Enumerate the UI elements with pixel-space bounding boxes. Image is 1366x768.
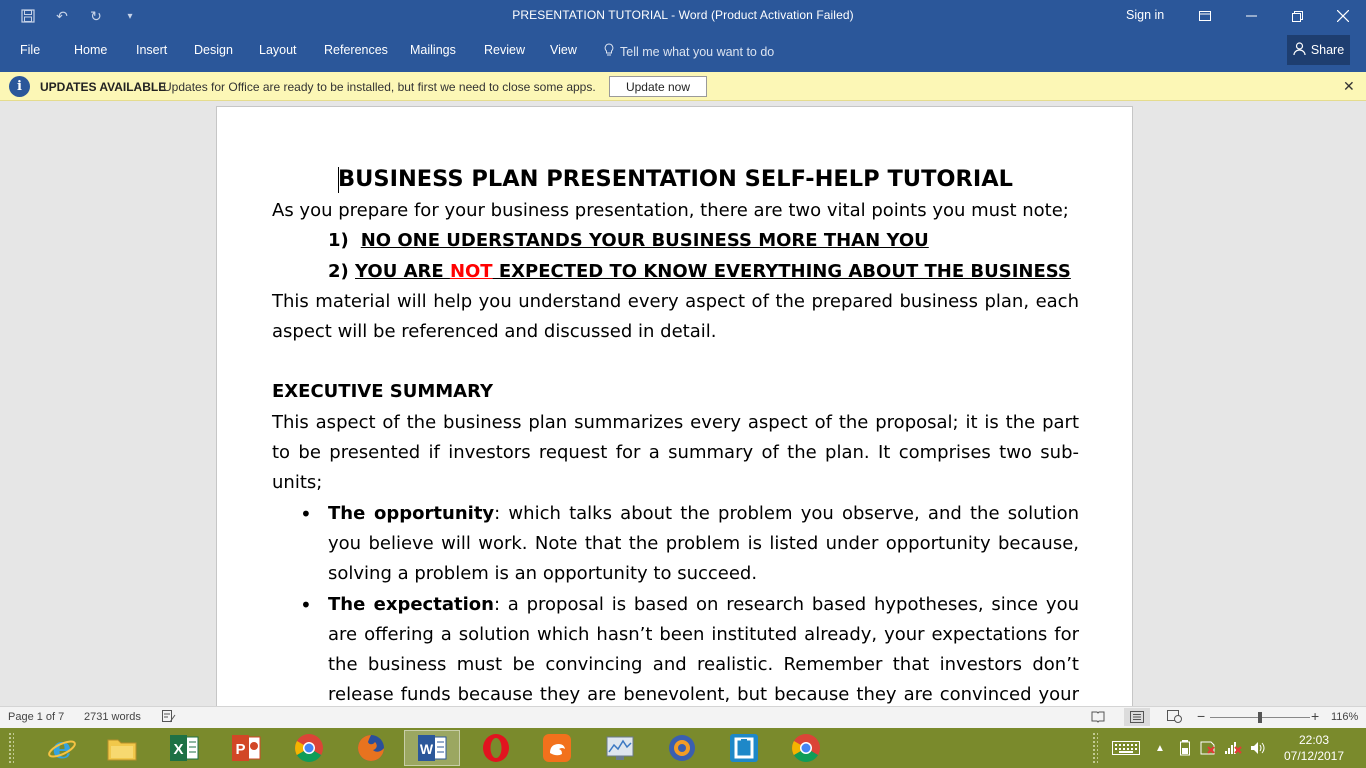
tab-insert[interactable]: Insert: [136, 43, 167, 57]
title-bar: ↶ ↻ ▾ PRESENTATION TUTORIAL - Word (Prod…: [0, 0, 1366, 32]
share-button[interactable]: Share: [1287, 35, 1350, 65]
uc-browser-icon[interactable]: [529, 730, 585, 766]
point-text-highlight: NOT: [449, 260, 493, 282]
tray-grip: [1092, 728, 1098, 768]
zoom-in-button[interactable]: +: [1311, 708, 1319, 724]
ribbon-display-options-icon[interactable]: [1182, 0, 1228, 32]
keyboard-icon[interactable]: [1112, 728, 1140, 768]
tab-mailings[interactable]: Mailings: [410, 43, 456, 57]
system-monitor-icon[interactable]: [592, 730, 648, 766]
tab-layout[interactable]: Layout: [259, 43, 297, 57]
lightbulb-icon: [604, 43, 614, 60]
updates-message-bar: i UPDATES AVAILABLE Updates for Office a…: [0, 72, 1366, 101]
sign-in-link[interactable]: Sign in: [1126, 8, 1164, 22]
point-number: 2): [328, 260, 349, 282]
svg-text:W: W: [420, 741, 434, 757]
summary-paragraph: This aspect of the business plan summari…: [272, 411, 1079, 494]
update-now-button[interactable]: Update now: [609, 76, 707, 97]
powerpoint-icon[interactable]: P: [218, 730, 274, 766]
info-icon: i: [9, 76, 30, 97]
web-layout-icon[interactable]: [1167, 710, 1182, 726]
firefox-developer-icon[interactable]: [654, 730, 710, 766]
internet-explorer-icon[interactable]: e: [34, 730, 90, 766]
status-bar: Page 1 of 7 2731 words − + 116%: [0, 706, 1366, 728]
app-launcher-icon[interactable]: [716, 730, 772, 766]
close-message-icon[interactable]: ✕: [1343, 78, 1355, 95]
tab-references[interactable]: References: [324, 43, 388, 57]
zoom-slider-thumb[interactable]: [1258, 712, 1262, 723]
message-text: Updates for Office are ready to be insta…: [163, 80, 596, 94]
list-item: The expectation: a proposal is based on …: [300, 590, 1079, 706]
document-page[interactable]: BUSINESS PLAN PRESENTATION SELF-HELP TUT…: [216, 106, 1133, 706]
clock-date: 07/12/2017: [1283, 749, 1345, 763]
minimize-icon[interactable]: [1228, 0, 1274, 32]
document-area: BUSINESS PLAN PRESENTATION SELF-HELP TUT…: [0, 101, 1366, 706]
volume-icon[interactable]: [1250, 728, 1266, 768]
chrome-icon[interactable]: [281, 730, 337, 766]
person-icon: [1293, 42, 1306, 58]
show-hidden-icons-icon[interactable]: ▲: [1155, 728, 1165, 768]
zoom-level[interactable]: 116%: [1331, 711, 1358, 723]
point-number: 1): [328, 230, 349, 252]
share-label: Share: [1310, 43, 1345, 57]
bullet-term: The expectation: [328, 593, 494, 615]
action-center-icon[interactable]: [1200, 728, 1216, 768]
file-explorer-icon[interactable]: [94, 730, 150, 766]
clock-time: 22:03: [1298, 733, 1330, 747]
excel-icon[interactable]: X: [156, 730, 212, 766]
word-icon[interactable]: W: [404, 730, 460, 766]
bullet-list: The opportunity: which talks about the p…: [300, 499, 1079, 706]
print-layout-icon[interactable]: [1124, 708, 1150, 726]
material-paragraph: This material will help you understand e…: [272, 290, 1079, 343]
document-body[interactable]: BUSINESS PLAN PRESENTATION SELF-HELP TUT…: [272, 162, 1079, 706]
page-count[interactable]: Page 1 of 7: [8, 711, 64, 723]
restore-icon[interactable]: [1274, 0, 1320, 32]
svg-text:P: P: [235, 741, 245, 758]
section-heading: EXECUTIVE SUMMARY: [272, 381, 494, 403]
message-title: UPDATES AVAILABLE: [40, 80, 167, 94]
point-2: 2) YOU ARE NOT EXPECTED TO KNOW EVERYTHIN…: [328, 257, 1079, 287]
ribbon-tabs: File Home Insert Design Layout Reference…: [0, 32, 1366, 72]
tab-file[interactable]: File: [20, 43, 40, 57]
tell-me-search[interactable]: Tell me what you want to do: [604, 43, 774, 60]
tell-me-label: Tell me what you want to do: [620, 44, 775, 59]
svg-text:X: X: [173, 741, 183, 758]
proofing-icon[interactable]: [162, 710, 176, 726]
point-text-before: YOU ARE: [355, 260, 450, 282]
point-1: 1) NO ONE UDERSTANDS YOUR BUSINESS MORE …: [328, 226, 1079, 256]
tab-review[interactable]: Review: [484, 43, 525, 57]
battery-icon[interactable]: [1180, 728, 1190, 768]
opera-icon[interactable]: [468, 730, 524, 766]
intro-paragraph: As you prepare for your business present…: [272, 200, 1069, 221]
close-window-icon[interactable]: [1320, 0, 1366, 32]
bullet-term: The opportunity: [328, 502, 495, 524]
zoom-out-button[interactable]: −: [1197, 708, 1205, 724]
firefox-icon[interactable]: [343, 730, 399, 766]
word-count[interactable]: 2731 words: [84, 711, 141, 723]
read-mode-icon[interactable]: [1091, 710, 1105, 726]
document-title: BUSINESS PLAN PRESENTATION SELF-HELP TUT…: [337, 166, 1014, 193]
taskbar-grip: [8, 732, 14, 764]
network-icon[interactable]: [1224, 728, 1242, 768]
tab-view[interactable]: View: [550, 43, 577, 57]
taskbar: e X P W ▲ 22:03 07/12/2017: [0, 728, 1366, 768]
point-text: NO ONE UDERSTANDS YOUR BUSINESS MORE THA…: [360, 230, 929, 252]
tab-home[interactable]: Home: [74, 43, 107, 57]
point-text-after: EXPECTED TO KNOW EVERYTHING ABOUT THE BU…: [492, 260, 1071, 282]
list-item: The opportunity: which talks about the p…: [300, 499, 1079, 590]
tab-design[interactable]: Design: [194, 43, 233, 57]
chrome-second-icon[interactable]: [778, 730, 834, 766]
taskbar-clock[interactable]: 22:03 07/12/2017: [1276, 732, 1352, 764]
